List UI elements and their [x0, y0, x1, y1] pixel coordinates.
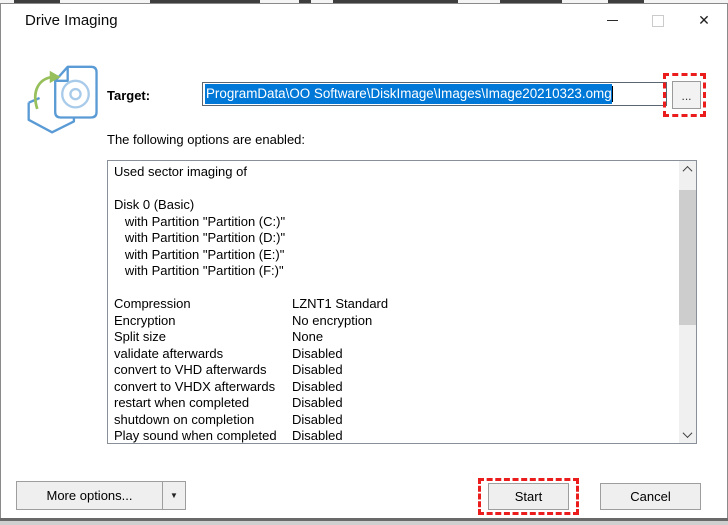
- close-button[interactable]: ✕: [681, 4, 727, 37]
- option-line: with Partition "Partition (F:)": [114, 263, 284, 278]
- options-listbox[interactable]: Used sector imaging of Disk 0 (Basic) wi…: [107, 160, 697, 444]
- option-line: Encryption No encryption: [114, 312, 373, 328]
- target-path-selected-text: ProgramData\OO Software\DiskImage\Images…: [205, 84, 612, 104]
- option-line: Compression LZNT1 Standard: [114, 296, 389, 311]
- options-heading: The following options are enabled:: [107, 132, 306, 147]
- target-path-input[interactable]: ProgramData\OO Software\DiskImage\Images…: [202, 82, 667, 106]
- option-line: convert to VHD afterwards Disabled: [114, 362, 343, 377]
- option-line: [114, 181, 679, 198]
- options-list: Used sector imaging of Disk 0 (Basic) wi…: [108, 161, 679, 443]
- option-line: Disk 0 (Basic): [114, 197, 195, 212]
- option-line: with Partition "Partition (D:)": [114, 230, 286, 245]
- screen: Drive Imaging ✕ Target: ProgramData\OO S…: [0, 0, 728, 525]
- maximize-button: [635, 4, 681, 37]
- chevron-up-icon: [682, 165, 693, 176]
- cancel-button[interactable]: Cancel: [600, 483, 701, 510]
- option-line: restart when completed Disabled: [114, 395, 343, 410]
- text-caret: [611, 86, 613, 102]
- minimize-button[interactable]: [589, 4, 635, 37]
- title-bar[interactable]: Drive Imaging ✕: [1, 4, 727, 37]
- scrollbar-thumb[interactable]: [679, 190, 696, 325]
- annotation-browse-highlight: [663, 73, 706, 117]
- annotation-start-highlight: [478, 478, 579, 515]
- option-line: with Partition "Partition (C:)": [114, 213, 286, 229]
- option-line: [114, 280, 679, 297]
- target-label: Target:: [107, 88, 151, 103]
- more-options-button[interactable]: More options... ▼: [16, 481, 186, 510]
- background-window-sliver-bottom: [0, 518, 728, 525]
- scroll-up-button[interactable]: [679, 161, 696, 178]
- option-line: Play sound when completed Disabled: [114, 428, 343, 443]
- window-title: Drive Imaging: [25, 12, 118, 29]
- minimize-icon: [606, 20, 618, 21]
- drive-imaging-dialog: Drive Imaging ✕ Target: ProgramData\OO S…: [0, 3, 728, 520]
- option-line: shutdown on completion Disabled: [114, 411, 343, 427]
- option-line: validate afterwards Disabled: [114, 345, 343, 361]
- close-icon: ✕: [698, 12, 710, 28]
- maximize-icon: [652, 14, 664, 27]
- option-line: Used sector imaging of: [114, 164, 247, 179]
- scroll-down-button[interactable]: [679, 426, 696, 443]
- chevron-down-icon: [682, 428, 693, 439]
- option-line: with Partition "Partition (E:)": [114, 246, 285, 262]
- vertical-scrollbar[interactable]: [679, 161, 696, 443]
- more-options-label: More options...: [46, 488, 133, 503]
- caption-buttons: ✕: [589, 4, 727, 37]
- dropdown-arrow-icon[interactable]: ▼: [163, 491, 185, 500]
- option-line: convert to VHDX afterwards Disabled: [114, 378, 343, 394]
- drive-image-icon: [27, 65, 98, 134]
- option-line: Split size None: [114, 329, 324, 344]
